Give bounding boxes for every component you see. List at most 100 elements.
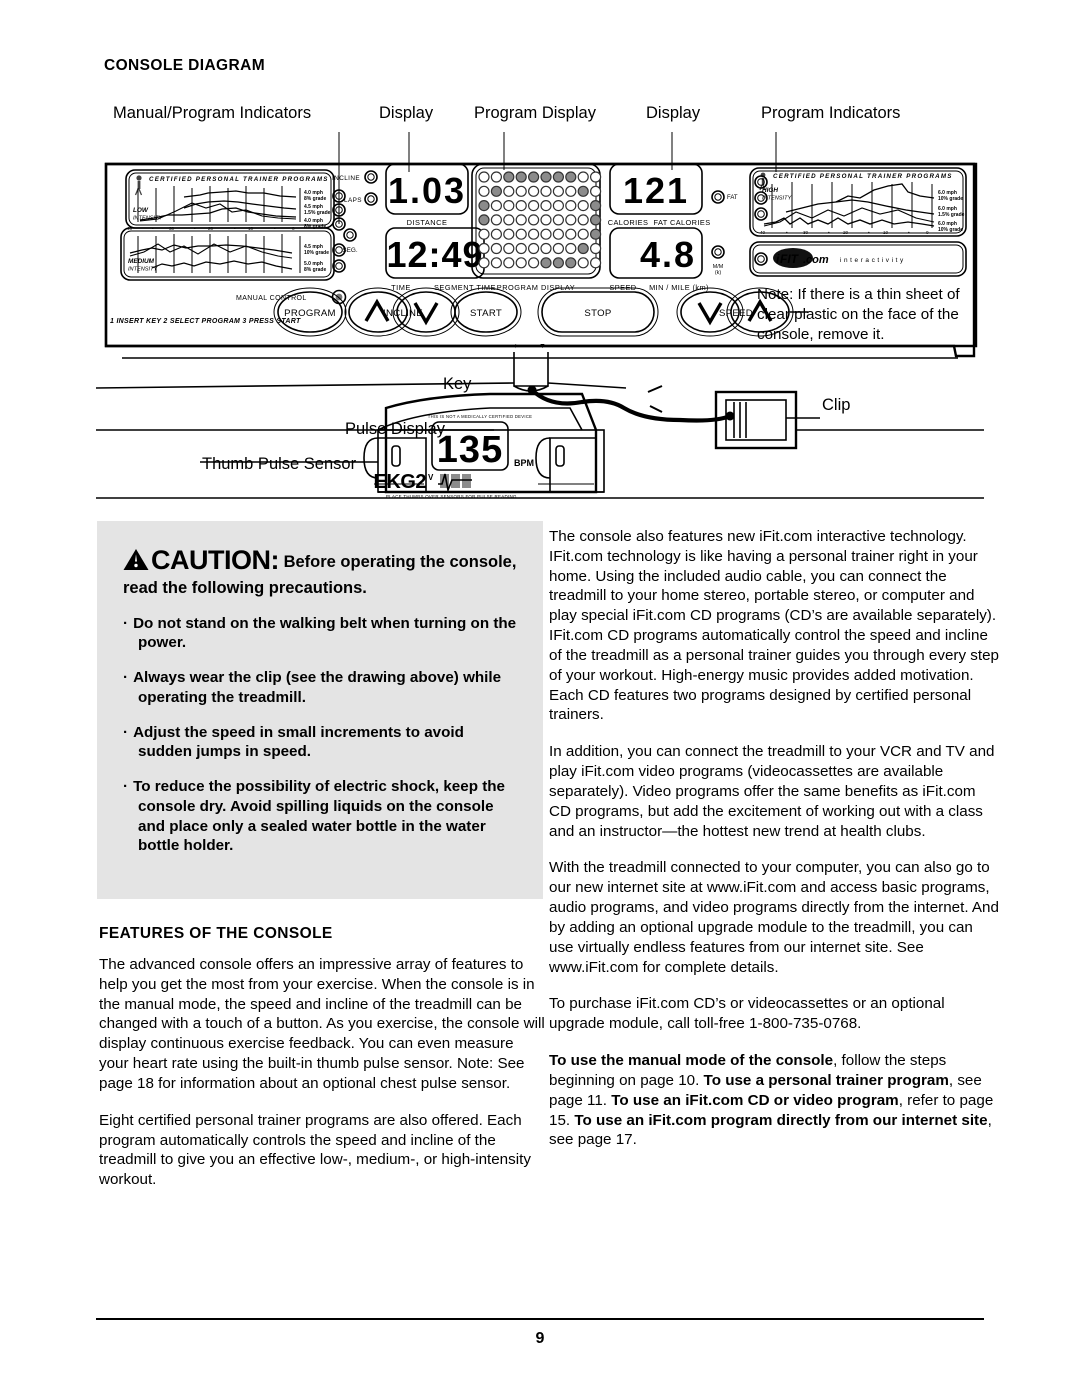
callout-display-right: Display [646,104,701,122]
pulse-value: 135 [437,429,503,471]
medium-graph-shadow [129,243,293,259]
svg-text:PROGRAM: PROGRAM [284,308,336,319]
program-display-dot [565,228,577,240]
ekg-brand: EKG2 [374,471,427,493]
segment-time-label: SEGMENT TIME [434,283,496,292]
program-display-dot [503,199,515,212]
program-display-dot [490,185,502,197]
stop-button: STOP [537,287,659,337]
svg-text:20: 20 [208,226,214,231]
walking-person-icon [134,175,143,196]
program-display-dot [552,199,564,212]
laps-led [364,192,378,206]
program-display-dot [528,199,540,212]
program-display-dot [528,171,540,183]
svg-text:8% grade: 8% grade [304,224,326,230]
caution-word: CAUTION: [151,545,279,575]
callout-display-left: Display [379,104,434,122]
medium-program-specs: 4.5 mph 10% grade 5.0 mph 8% grade [304,244,329,273]
paragraph-cross-references: To use the manual mode of the console, f… [549,1052,994,1149]
program-display-dot [590,185,602,197]
program-display-dot [490,257,502,269]
pulse-disclaimer: THIS IS NOT A MEDICALLY CERTIFIED DEVICE [428,414,533,419]
svg-text:8% grade: 8% grade [304,267,326,273]
program-display-dot [577,185,589,197]
paragraph: The console also features new iFit.com i… [549,528,999,724]
svg-text:30: 30 [803,230,809,235]
svg-text:START: START [470,308,502,319]
program-display-dot [540,214,552,226]
program-display-dot [503,185,515,197]
program-display-dot [528,185,540,197]
svg-text:10: 10 [883,230,889,235]
paragraph: The advanced console offers an impressiv… [99,956,545,1092]
program-display-dot [577,171,589,183]
program-display-dot [515,214,527,226]
incline-led [364,170,378,184]
svg-text:▼: ▼ [539,343,546,350]
left-text-column: The advanced console offers an impressiv… [99,955,545,1207]
program-display-dot [552,214,564,226]
banner-text-right: CERTIFIED PERSONAL TRAINER PROGRAMS [773,173,953,180]
ekg-brand-sup: V [428,473,434,482]
program-display-dot [490,242,502,255]
speed-value: 4.8 [640,234,696,275]
svg-text:10% grade: 10% grade [938,196,963,202]
distance-label: DISTANCE [407,218,448,227]
fat-calories-label: FAT CALORIES [653,218,710,227]
page-number: 9 [535,1330,545,1347]
program-display-dot [515,257,527,269]
program-display-dot [528,228,540,240]
svg-text:10: 10 [248,226,254,231]
program-display-dot [552,171,564,183]
program-display-dot [503,257,515,269]
intensity-medium-sub: INTENSITY [128,267,158,273]
page-title-console-diagram: CONSOLE DIAGRAM [104,57,265,74]
svg-text:30: 30 [169,226,175,231]
program-display-dot [490,228,502,240]
caution-list: · Do not stand on the walking belt when t… [123,614,519,857]
svg-text:0: 0 [292,226,295,231]
program-display-dot [552,242,564,255]
paragraph: Eight certified personal trainer program… [99,1111,531,1189]
svg-text:20: 20 [843,230,849,235]
paragraph: In addition, you can connect the treadmi… [549,743,995,840]
svg-text:(k): (k) [715,270,721,276]
caution-item: · Adjust the speed in small increments to… [123,723,464,761]
program-display-dot [590,257,602,269]
program-display-dot [503,228,515,240]
calories-label: CALORIES [608,218,649,227]
xref-cd-video: To use an iFit.com CD or video program [611,1091,899,1109]
callout-manual-program-indicators: Manual/Program Indicators [113,104,312,122]
svg-text:1.5% grade: 1.5% grade [938,212,965,218]
ifit-tagline: interactivity [840,257,906,264]
svg-text:↑: ↑ [514,343,518,350]
svg-text:40: 40 [760,230,766,235]
ifit-led [754,252,768,266]
program-display-dot [577,228,589,240]
paragraph: With the treadmill connected to your com… [549,859,999,976]
pulse-instruction: PLACE THUMBS OVER SENSORS FOR PULSE READ… [386,494,517,499]
program-display-dot [565,171,577,183]
left-program-panel: CERTIFIED PERSONAL TRAINER PROGRAMS LOW … [110,169,347,325]
calories-value: 121 [623,170,689,211]
svg-text:10% grade: 10% grade [938,227,963,233]
program-display-dot [528,214,540,226]
program-display-dot [565,242,577,255]
instruction-strip: 1 INSERT KEY 2 SELECT PROGRAM 3 PRESS ST… [110,318,301,325]
high-program-specs: 6.0 mph 10% grade 6.0 mph 1.5% grade 6.0… [938,190,965,233]
program-display-dot [528,242,540,255]
ifit-logo: i FIT .com [773,248,829,268]
caution-box: CAUTION: Before operating the console, r… [97,521,543,899]
callout-program-indicators: Program Indicators [761,104,901,122]
console-button-row: PROGRAM INCLINE START STOP SPEED [273,287,808,337]
program-display-dot [540,257,552,269]
low-graph-curves [139,190,297,221]
program-button: PROGRAM [273,287,347,337]
program-display-dot [552,257,564,269]
key-slot-illustration: ↑ ▼ [513,343,549,392]
program-display-dot [528,257,540,269]
time-value: 12:49 [386,234,483,275]
program-display-dot [490,214,502,226]
program-display-dot [515,171,527,183]
